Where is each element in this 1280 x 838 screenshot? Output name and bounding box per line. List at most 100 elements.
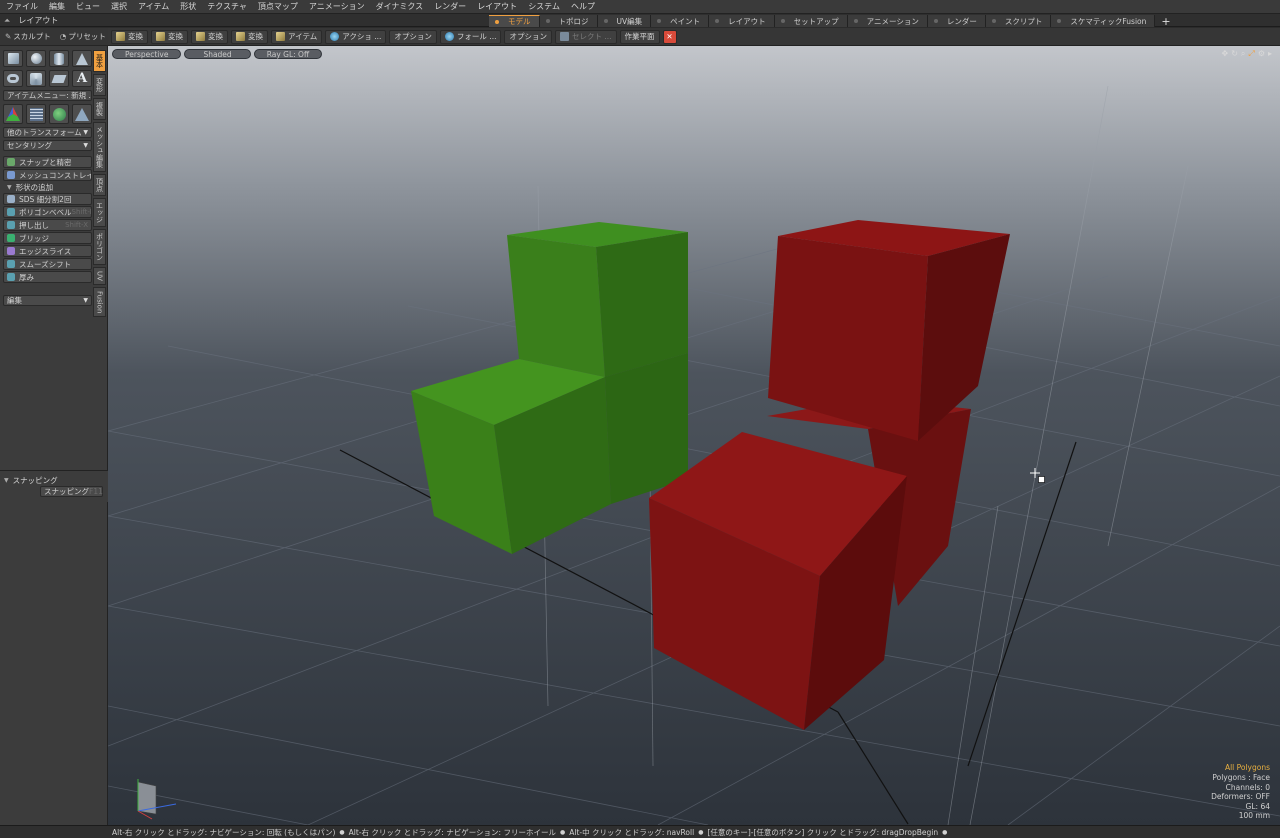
tool-shortcut: Shift-X: [65, 221, 88, 229]
pan-icon[interactable]: ✥: [1222, 49, 1229, 59]
tool-button[interactable]: SDS 細分割2回: [3, 193, 92, 205]
tool-button[interactable]: エッジスライス: [3, 245, 92, 257]
3d-viewport[interactable]: Perspective Shaded Ray GL: Off ✥ ↻ ⌕ ⤢ ⚙…: [108, 46, 1280, 825]
tool-button[interactable]: スナップと精密: [3, 156, 92, 168]
toolbar-label: 変換: [128, 32, 143, 41]
rotate-icon[interactable]: ↻: [1231, 49, 1238, 59]
cube-tool-button[interactable]: [3, 50, 23, 67]
sphere-tool-button[interactable]: [26, 50, 46, 67]
vertical-tab[interactable]: Fusion: [93, 286, 106, 318]
edit-dropdown[interactable]: 編集 ▼: [3, 295, 92, 306]
menu-item[interactable]: 選択: [111, 1, 127, 12]
workplane-reset-button[interactable]: ✕: [662, 29, 677, 44]
toolbar-button[interactable]: セレクト ...: [554, 29, 617, 44]
vertical-tabs: 基本 変形 複製メッシュ編集頂点エッジポリゴン UV Fusion: [93, 50, 106, 319]
capsule-tool-button[interactable]: [26, 70, 46, 87]
vertical-tab[interactable]: ポリゴン: [93, 229, 106, 265]
centering-dropdown[interactable]: センタリング ▼: [3, 140, 92, 151]
more-arrow-icon[interactable]: ▸: [1268, 49, 1272, 59]
plane-icon: [51, 74, 67, 83]
layout-tab[interactable]: アニメーション: [847, 15, 928, 27]
vertical-tab[interactable]: 複製: [93, 98, 106, 120]
menu-item[interactable]: 形状: [180, 1, 196, 12]
menu-item[interactable]: ダイナミクス: [376, 1, 424, 12]
layout-tab[interactable]: UV編集: [597, 15, 652, 27]
globe-tool-button[interactable]: [49, 104, 69, 124]
menu-item[interactable]: 編集: [49, 1, 65, 12]
grid-tool-button[interactable]: [26, 104, 46, 124]
tool-button[interactable]: ブリッジ: [3, 232, 92, 244]
viewport-background: [108, 46, 1280, 825]
tool-button[interactable]: 厚み: [3, 271, 92, 283]
toolbar-button[interactable]: 変換: [151, 29, 188, 44]
toolbar-button[interactable]: アイテム: [271, 29, 323, 44]
menu-item[interactable]: レイアウト: [477, 1, 517, 12]
transform-tool-button[interactable]: [3, 104, 23, 124]
snapping-button[interactable]: スナッピング F11: [40, 486, 103, 497]
gear-icon[interactable]: ⚙: [1258, 49, 1265, 59]
toolbar-button[interactable]: オプション: [389, 29, 437, 44]
layout-tab[interactable]: レンダー: [927, 15, 986, 27]
viewport-info-overlay: All Polygons Polygons : Face Channels: 0…: [1211, 763, 1270, 821]
menu-item[interactable]: 頂点マップ: [258, 1, 298, 12]
tab-dot-icon: [603, 19, 608, 23]
toolbar-button[interactable]: 変換: [191, 29, 228, 44]
sculpt-tab[interactable]: スカルプト: [13, 31, 51, 42]
toolbar-label: フォール ...: [456, 32, 497, 41]
tool-icon: [7, 273, 15, 281]
toolbar-button[interactable]: フォール ...: [439, 29, 502, 44]
snapping-section-header[interactable]: ▼ スナッピング: [0, 475, 108, 486]
plane-tool-button[interactable]: [49, 70, 69, 87]
vertical-tab[interactable]: UV: [93, 267, 106, 285]
item-menu-dropdown[interactable]: アイテムメニュー: 新規 ...▼: [3, 90, 92, 101]
fit-icon[interactable]: ⤢: [1248, 49, 1254, 59]
menu-item[interactable]: テクスチャ: [207, 1, 247, 12]
add-tab-button[interactable]: +: [1155, 15, 1176, 28]
menu-item[interactable]: ファイル: [6, 1, 38, 12]
toolbar-button[interactable]: アクショ ...: [325, 29, 387, 44]
vertical-tab[interactable]: 頂点: [93, 174, 106, 196]
tool-button[interactable]: ポリゴンベベルShift-B: [3, 206, 92, 218]
preset-tab[interactable]: プリセット: [68, 31, 106, 42]
vertical-tab[interactable]: メッシュ編集: [93, 122, 106, 172]
vertical-tab[interactable]: 変形: [93, 74, 106, 96]
zoom-icon[interactable]: ⌕: [1241, 49, 1245, 59]
layout-tab[interactable]: モデル: [489, 15, 540, 27]
toolbar-button[interactable]: 変換: [111, 29, 148, 44]
cone-tool-button[interactable]: [72, 50, 92, 67]
add-shape-section[interactable]: ▼ 形状の追加: [3, 182, 92, 193]
tool-button[interactable]: 押し出し Shift-X: [3, 219, 92, 231]
toolbar-button[interactable]: 作業平面: [619, 29, 660, 44]
layout-tab[interactable]: トポロジ: [539, 15, 598, 27]
view-type-dropdown[interactable]: Perspective: [112, 49, 182, 59]
layout-tab[interactable]: スクリプト: [985, 15, 1052, 27]
tool-button[interactable]: スムーズシフト: [3, 258, 92, 270]
menu-item[interactable]: アニメーション: [309, 1, 365, 12]
menu-item[interactable]: ビュー: [76, 1, 100, 12]
layout-tab[interactable]: ペイント: [651, 15, 710, 27]
vertical-tab[interactable]: エッジ: [93, 198, 106, 227]
pyramid-tool-button[interactable]: [72, 104, 92, 124]
cylinder-tool-button[interactable]: [49, 50, 69, 67]
text-tool-button[interactable]: A: [72, 70, 92, 87]
other-transform-dropdown[interactable]: 他のトランスフォーム ▼: [3, 127, 92, 138]
tab-dot-icon: [1057, 19, 1062, 23]
vertical-tab[interactable]: 基本: [93, 50, 106, 72]
layout-selector[interactable]: ⏶ レイアウト: [4, 15, 58, 26]
tab-dot-icon: [933, 19, 938, 23]
menu-item[interactable]: ヘルプ: [571, 1, 595, 12]
menu-item[interactable]: レンダー: [434, 1, 466, 12]
shading-dropdown[interactable]: Shaded: [184, 49, 251, 59]
tool-button[interactable]: メッシュコンストレイント: [3, 169, 92, 181]
toolbar-button[interactable]: 変換: [231, 29, 268, 44]
toolbar-button[interactable]: オプション: [504, 29, 552, 44]
layout-tab[interactable]: スケマティックFusion: [1051, 15, 1156, 27]
menu-bar: ファイル 編集 ビュー 選択 アイテム 形状 テクスチャ 頂点マップ アニメーション ダイナミクス…: [0, 0, 1280, 14]
status-hint: Alt-中 クリック とドラッグ: navRoll: [569, 827, 695, 837]
menu-item[interactable]: アイテム: [138, 1, 169, 12]
torus-tool-button[interactable]: [3, 70, 23, 87]
layout-tab[interactable]: レイアウト: [709, 15, 775, 27]
menu-item[interactable]: システム: [528, 1, 560, 12]
layout-tab[interactable]: セットアップ: [774, 15, 848, 27]
raygl-toggle[interactable]: Ray GL: Off: [253, 49, 323, 59]
